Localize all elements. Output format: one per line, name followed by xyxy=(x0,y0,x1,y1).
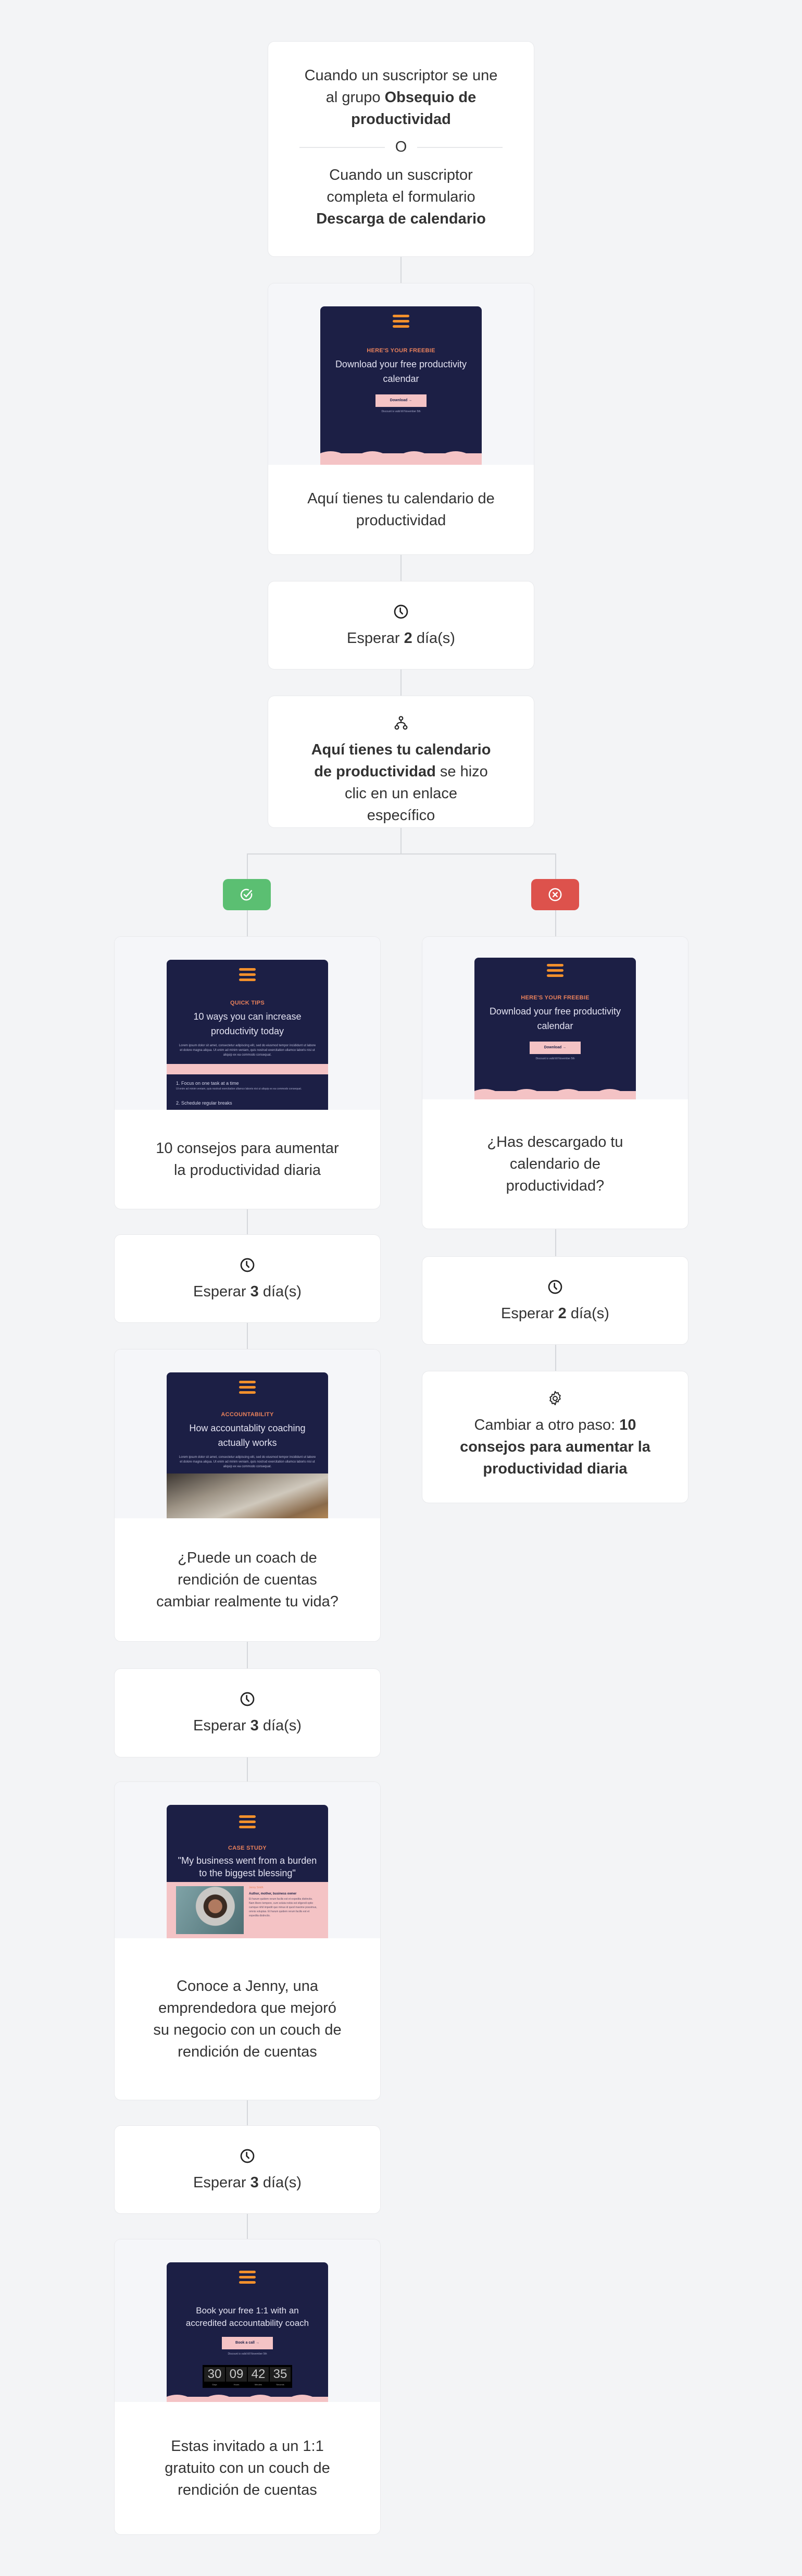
connector-line xyxy=(555,1344,556,1371)
condition-step-card[interactable]: Aquí tienes tu calendario de productivid… xyxy=(268,696,534,827)
wait-step-card[interactable]: Esperar 3 día(s) xyxy=(115,2126,380,2213)
logo-icon xyxy=(239,1381,256,1394)
connector-line xyxy=(555,1229,556,1257)
logo-icon xyxy=(239,968,256,981)
check-circle-icon xyxy=(240,888,253,901)
clock-icon xyxy=(240,1258,255,1272)
gear-icon xyxy=(549,1391,561,1405)
wait-label: Esperar 2 día(s) xyxy=(347,630,455,647)
email-step-card[interactable]: ACCOUNTABILITY How accountablity coachin… xyxy=(115,1349,380,1641)
email-step-card[interactable]: HERE'S YOUR FREEBIE Download your free p… xyxy=(422,937,688,1229)
trigger-card[interactable]: Cuando un suscriptor se une al grupo Obs… xyxy=(268,42,534,256)
email-preview-area: ACCOUNTABILITY How accountablity coachin… xyxy=(115,1349,380,1518)
connector-line xyxy=(247,1757,248,1782)
x-circle-icon xyxy=(548,888,562,901)
email-step-card[interactable]: HERE'S YOUR FREEBIE Download your free p… xyxy=(268,283,534,554)
wait-step-card[interactable]: Esperar 2 día(s) xyxy=(268,581,534,669)
email-title: ¿Has descargado tu calendario de product… xyxy=(487,1134,623,1194)
wait-label: Esperar 3 día(s) xyxy=(193,1283,302,1300)
email-title: Conoce a Jenny, una emprendedora que mej… xyxy=(153,1978,342,2060)
pink-band xyxy=(167,1064,328,1074)
clock-icon xyxy=(548,1280,562,1294)
email-preview-area: HERE'S YOUR FREEBIE Download your free p… xyxy=(422,937,688,1099)
connector-line xyxy=(400,554,402,581)
clock-icon xyxy=(240,1692,255,1706)
logo-icon xyxy=(393,315,409,328)
email-step-card[interactable]: CASE STUDY "My business went from a burd… xyxy=(115,1782,380,2100)
wait-step-card[interactable]: Esperar 2 día(s) xyxy=(422,1257,688,1344)
connector-line xyxy=(400,256,402,283)
email-title: Aquí tienes tu calendario de productivid… xyxy=(307,490,495,529)
email-preview: ACCOUNTABILITY How accountablity coachin… xyxy=(167,1372,328,1518)
email-title: Estas invitado a un 1:1 gratuito con un … xyxy=(165,2438,330,2498)
wait-label: Esperar 3 día(s) xyxy=(193,1717,302,1734)
email-preview: Book your free 1:1 with an accredited ac… xyxy=(167,2262,328,2402)
countdown-timer: 30 Days 09 Hours 42 Minutes 35 Seconds xyxy=(203,2365,292,2388)
connector-line xyxy=(400,669,402,696)
wait-step-card[interactable]: Esperar 3 día(s) xyxy=(115,1669,380,1757)
trigger-condition-1: Cuando un suscriptor se une al grupo Obs… xyxy=(304,67,498,128)
action-step-card[interactable]: Cambiar a otro paso: 10 consejos para au… xyxy=(422,1371,688,1503)
email-preview-area: QUICK TIPS 10 ways you can increase prod… xyxy=(115,937,380,1110)
email-step-card[interactable]: QUICK TIPS 10 ways you can increase prod… xyxy=(115,937,380,1209)
logo-icon xyxy=(239,1815,256,1828)
wait-step-card[interactable]: Esperar 3 día(s) xyxy=(115,1235,380,1322)
email-step-card[interactable]: Book your free 1:1 with an accredited ac… xyxy=(115,2239,380,2534)
connector-line xyxy=(400,827,402,854)
or-label: O xyxy=(395,139,407,155)
connector-line xyxy=(247,2100,248,2126)
wave-decoration xyxy=(167,2395,328,2402)
branch-yes-badge[interactable] xyxy=(223,879,271,910)
email-preview-area: Book your free 1:1 with an accredited ac… xyxy=(115,2239,380,2402)
connector-line xyxy=(247,1209,248,1235)
email-preview: HERE'S YOUR FREEBIE Download your free p… xyxy=(320,306,482,465)
testimonial-block: Jenny Smith Author, mother, business own… xyxy=(167,1882,328,1938)
email-title: 10 consejos para aumentar la productivid… xyxy=(156,1140,339,1179)
clock-icon xyxy=(240,2149,255,2163)
preview-book-call-button: Book a call → xyxy=(222,2337,273,2349)
email-preview-area: HERE'S YOUR FREEBIE Download your free p… xyxy=(268,283,534,465)
connector-line xyxy=(247,1322,248,1349)
branch-split-icon xyxy=(394,716,408,730)
email-preview: CASE STUDY "My business went from a burd… xyxy=(167,1805,328,1938)
clock-icon xyxy=(394,604,408,619)
wait-label: Esperar 3 día(s) xyxy=(193,2174,302,2191)
email-preview: QUICK TIPS 10 ways you can increase prod… xyxy=(167,960,328,1110)
wave-decoration xyxy=(474,1089,636,1099)
or-divider: O xyxy=(299,139,503,156)
preview-download-button: Download → xyxy=(375,394,427,407)
branch-connector xyxy=(247,853,556,854)
jenny-photo xyxy=(176,1886,244,1934)
logo-icon xyxy=(239,2271,256,2284)
email-title: ¿Puede un coach de rendición de cuentas … xyxy=(156,1550,339,1610)
connector-line xyxy=(247,2213,248,2239)
email-preview: HERE'S YOUR FREEBIE Download your free p… xyxy=(474,958,636,1099)
action-label: Cambiar a otro paso: 10 consejos para au… xyxy=(460,1417,650,1477)
trigger-condition-2: Cuando un suscriptor completa el formula… xyxy=(316,167,486,227)
photo-image xyxy=(167,1473,328,1518)
wait-label: Esperar 2 día(s) xyxy=(501,1305,609,1322)
wave-decoration xyxy=(320,451,482,465)
connector-line xyxy=(247,1641,248,1669)
logo-icon xyxy=(547,964,563,977)
email-preview-area: CASE STUDY "My business went from a burd… xyxy=(115,1782,380,1938)
preview-download-button: Download → xyxy=(530,1042,581,1054)
condition-label: Aquí tienes tu calendario de productivid… xyxy=(311,741,491,824)
branch-no-badge[interactable] xyxy=(531,879,579,910)
